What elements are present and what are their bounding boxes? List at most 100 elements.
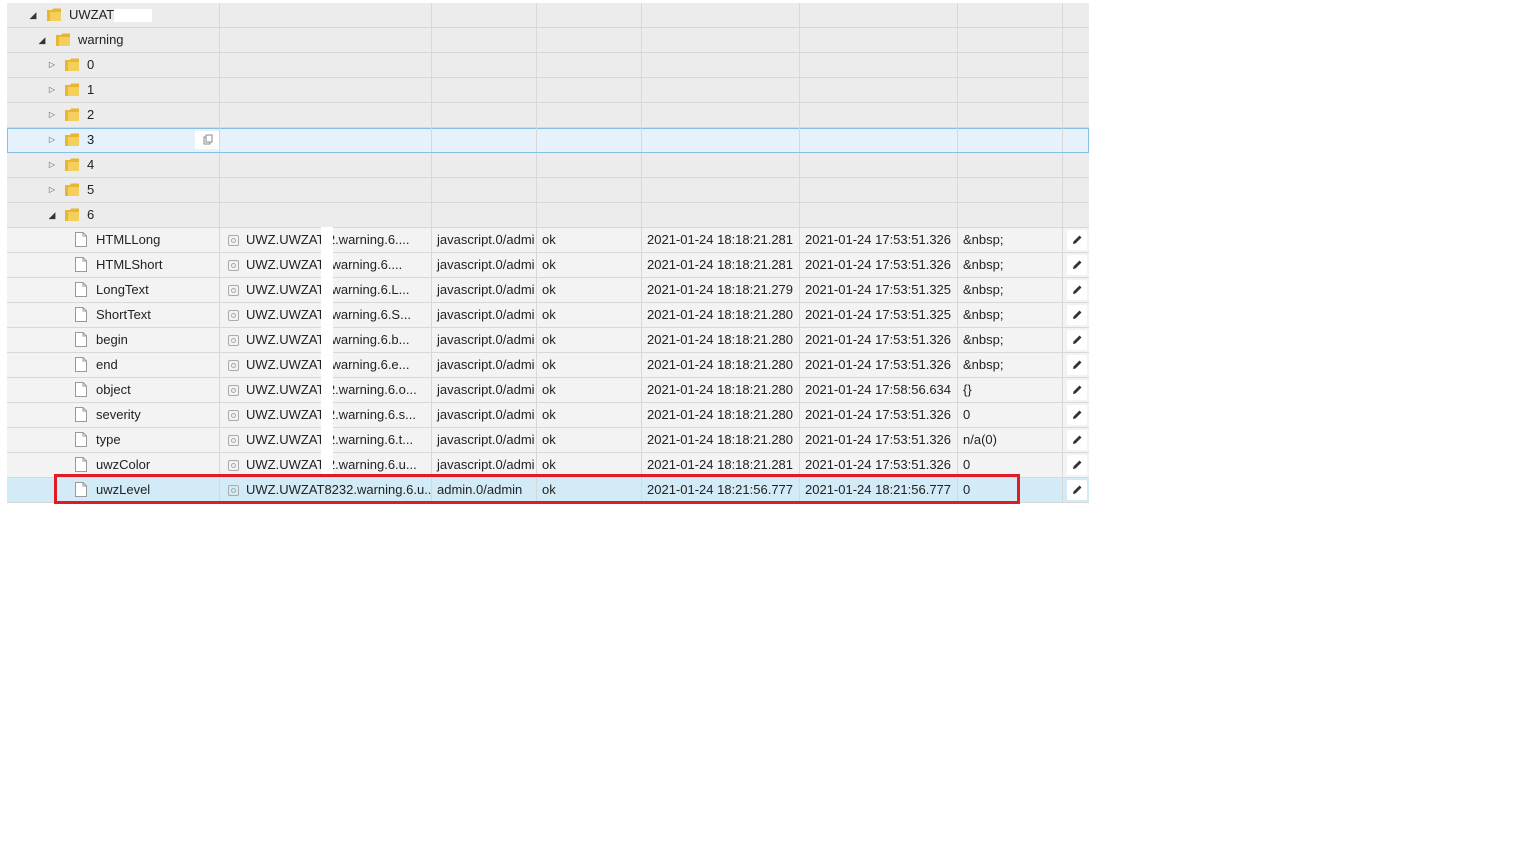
from-cell: javascript.0/admi [432,228,537,252]
tree-row-folder-5[interactable]: ▷ 5 [7,178,1089,203]
pencil-icon[interactable] [1067,405,1087,425]
state-row-severity[interactable]: severity UWZ.UWZAT 2.warning.6.s... java… [7,403,1089,428]
quality-cell: ok [537,253,642,277]
pencil-icon[interactable] [1067,430,1087,450]
expand-toggle-icon[interactable]: ▷ [47,153,57,177]
name-cell: severity [7,403,220,427]
object-id-icon[interactable] [228,260,239,271]
last-changed-cell: 2021-01-24 17:53:51.326 [800,253,958,277]
pencil-icon[interactable] [1067,480,1087,500]
state-row-HTMLLong[interactable]: HTMLLong UWZ.UWZAT 2.warning.6.... javas… [7,228,1089,253]
value-cell: &nbsp; [958,303,1063,327]
name-cell: uwzColor [7,453,220,477]
folder-label: UWZAT. [69,7,117,22]
tree-row-folder-0[interactable]: ▷ 0 [7,53,1089,78]
pencil-icon[interactable] [1067,280,1087,300]
tree-row-folder-4[interactable]: ▷ 4 [7,153,1089,178]
object-id-icon[interactable] [228,360,239,371]
object-id-icon[interactable] [228,435,239,446]
file-icon [75,257,87,272]
pencil-icon[interactable] [1067,380,1087,400]
last-changed-cell: 2021-01-24 17:53:51.326 [800,453,958,477]
quality-cell: ok [537,328,642,352]
from-cell: javascript.0/admi [432,303,537,327]
action-cell [1063,353,1089,377]
quality-cell: ok [537,353,642,377]
folder-icon [65,208,79,221]
from-cell: javascript.0/admi [432,328,537,352]
action-cell [1063,253,1089,277]
name-cell: ▷ 0 [7,53,220,77]
expand-toggle-icon[interactable]: ▷ [47,53,57,77]
collapse-toggle-icon[interactable]: ◢ [28,3,38,27]
file-icon [75,232,87,247]
name-cell: uwzLevel [7,478,220,502]
action-cell [1063,278,1089,302]
tree-row-warning[interactable]: ◢ warning [7,28,1089,53]
state-row-object[interactable]: object UWZ.UWZAT 2.warning.6.o... javasc… [7,378,1089,403]
collapse-toggle-icon[interactable]: ◢ [47,203,57,227]
folder-label: warning [78,32,124,47]
object-id-icon[interactable] [228,385,239,396]
state-id: UWZ.UWZAT8232.warning.6.u... [246,482,432,497]
state-row-uwzLevel[interactable]: uwzLevel UWZ.UWZAT8232.warning.6.u... ad… [7,478,1089,503]
name-cell: ▷ 1 [7,78,220,102]
state-row-ShortText[interactable]: ShortText UWZ.UWZAT .warning.6.S... java… [7,303,1089,328]
expand-toggle-icon[interactable]: ▷ [47,178,57,202]
pencil-icon[interactable] [1067,305,1087,325]
value-cell: {} [958,378,1063,402]
expand-toggle-icon[interactable]: ▷ [47,78,57,102]
pencil-icon[interactable] [1067,255,1087,275]
tree-row-folder-3[interactable]: ▷ 3 [7,128,1089,153]
object-id-icon[interactable] [228,235,239,246]
tree-row-folder-1[interactable]: ▷ 1 [7,78,1089,103]
value-cell: &nbsp; [958,353,1063,377]
folder-icon [56,33,70,46]
expand-toggle-icon[interactable]: ▷ [47,128,57,152]
pencil-icon[interactable] [1067,455,1087,475]
object-id-icon[interactable] [228,485,239,496]
from-cell: javascript.0/admi [432,453,537,477]
last-changed-cell: 2021-01-24 17:53:51.326 [800,428,958,452]
object-id-icon[interactable] [228,410,239,421]
state-row-end[interactable]: end UWZ.UWZAT .warning.6.e... javascript… [7,353,1089,378]
object-id-icon[interactable] [228,310,239,321]
name-cell: end [7,353,220,377]
state-row-uwzColor[interactable]: uwzColor UWZ.UWZAT 2.warning.6.u... java… [7,453,1089,478]
value-cell: 0 [958,453,1063,477]
from-cell: javascript.0/admi [432,253,537,277]
object-id-icon[interactable] [228,335,239,346]
pencil-icon[interactable] [1067,230,1087,250]
action-cell [1063,403,1089,427]
collapse-toggle-icon[interactable]: ◢ [37,28,47,52]
action-cell [1063,303,1089,327]
redaction-mask [114,9,152,22]
state-row-begin[interactable]: begin UWZ.UWZAT .warning.6.b... javascri… [7,328,1089,353]
copy-icon[interactable] [195,131,219,149]
state-name: severity [96,407,141,422]
tree-row-root[interactable]: ◢ UWZAT. [7,3,1089,28]
file-icon [75,457,87,472]
folder-label: 3 [87,132,95,147]
state-row-LongText[interactable]: LongText UWZ.UWZAT .warning.6.L... javas… [7,278,1089,303]
pencil-icon[interactable] [1067,355,1087,375]
from-cell: javascript.0/admi [432,278,537,302]
name-cell: ◢ UWZAT. [7,3,220,27]
tree-row-folder-6[interactable]: ◢ 6 [7,203,1089,228]
quality-cell: ok [537,403,642,427]
pencil-icon[interactable] [1067,330,1087,350]
folder-icon [65,158,79,171]
state-row-HTMLShort[interactable]: HTMLShort UWZ.UWZAT .warning.6.... javas… [7,253,1089,278]
state-row-type[interactable]: type UWZ.UWZAT 2.warning.6.t... javascri… [7,428,1089,453]
folder-icon [65,83,79,96]
action-cell [1063,328,1089,352]
tree-row-folder-2[interactable]: ▷ 2 [7,103,1089,128]
object-id-icon[interactable] [228,460,239,471]
redaction-mask [321,227,333,477]
folder-icon [65,108,79,121]
object-id-icon[interactable] [228,285,239,296]
name-cell: begin [7,328,220,352]
from-cell: admin.0/admin [432,478,537,502]
expand-toggle-icon[interactable]: ▷ [47,103,57,127]
folder-label: 2 [87,107,95,122]
